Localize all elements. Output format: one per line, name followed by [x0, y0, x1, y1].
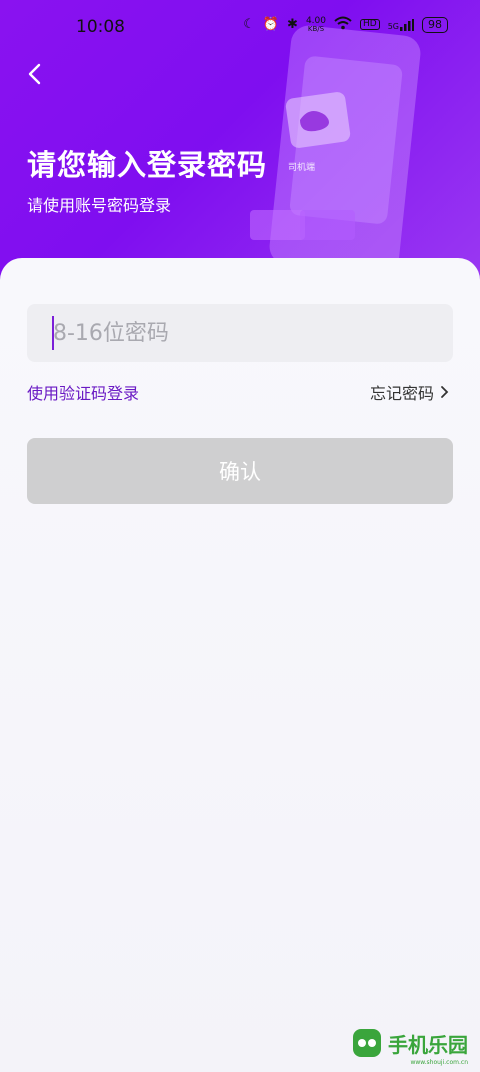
- watermark-url: www.shouji.com.cn: [410, 1059, 468, 1066]
- bluetooth-icon: ✱: [287, 17, 298, 32]
- confirm-button[interactable]: 确认: [27, 438, 453, 504]
- net-speed-unit: KB/S: [307, 24, 325, 33]
- forgot-password-link[interactable]: 忘记密码: [370, 380, 450, 404]
- forgot-password-label: 忘记密码: [369, 384, 434, 403]
- moon-icon: ☾: [243, 17, 255, 32]
- net-speed: 4.00 KB/S: [306, 16, 326, 33]
- login-form-card: 使用验证码登录 忘记密码 确认: [0, 258, 480, 1072]
- status-bar: 10:08 ☾ ⏰ ✱ 4.00 KB/S HD 5G 98: [0, 0, 480, 56]
- code-login-link[interactable]: 使用验证码登录: [27, 380, 139, 404]
- signal-icon: 5G: [387, 18, 414, 31]
- header-banner: 司机端 10:08 ☾ ⏰ ✱ 4.00 KB/S HD 5G 98 请您输入登…: [0, 0, 480, 300]
- illustration-label: 司机端: [288, 161, 315, 173]
- chevron-right-icon: [441, 386, 449, 398]
- page-subtitle: 请使用账号密码登录: [27, 196, 172, 215]
- hd-badge: HD: [360, 19, 380, 30]
- signal-label: 5G: [387, 21, 399, 31]
- back-button[interactable]: [22, 60, 50, 88]
- alarm-icon: ⏰: [262, 17, 280, 32]
- password-input[interactable]: [27, 304, 453, 362]
- watermark-text: 手机乐园: [388, 1032, 468, 1057]
- wifi-icon: [334, 16, 352, 33]
- status-time: 10:08: [76, 17, 125, 37]
- page-title: 请您输入登录密码: [27, 148, 268, 182]
- status-icons: ☾ ⏰ ✱ 4.00 KB/S HD 5G 98: [243, 16, 448, 33]
- text-cursor: [52, 316, 54, 350]
- battery-indicator: 98: [422, 16, 448, 33]
- watermark-logo-icon: [353, 1029, 381, 1057]
- watermark: 手机乐园: [350, 1026, 468, 1060]
- chevron-left-icon: [28, 63, 41, 85]
